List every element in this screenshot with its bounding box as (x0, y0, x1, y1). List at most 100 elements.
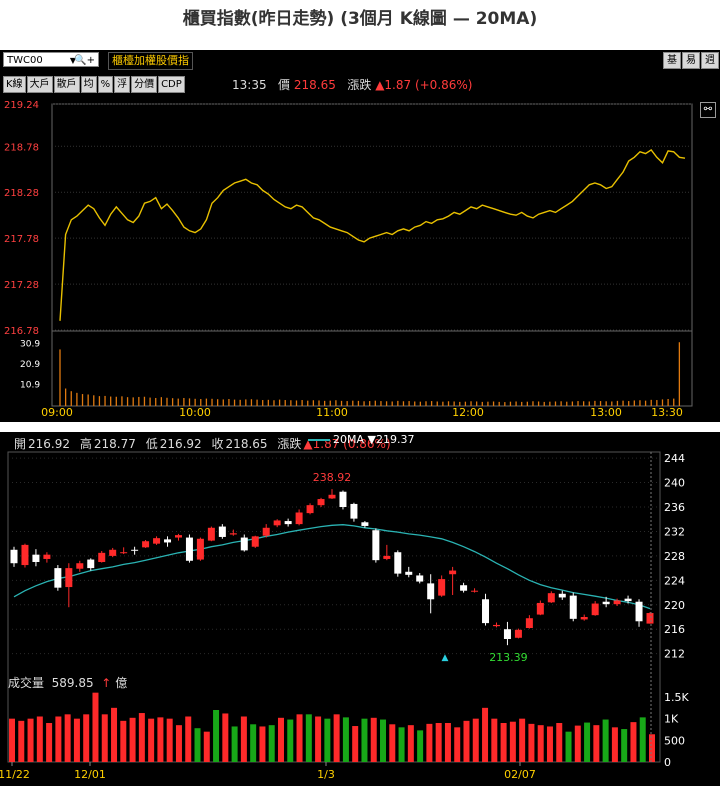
volume-bar (491, 718, 498, 762)
candle-body (10, 549, 18, 564)
volume-bar (185, 716, 192, 762)
volume-bar (352, 726, 359, 762)
volume-bar (370, 717, 377, 762)
candle-body (153, 538, 161, 544)
volume-unit: 億 (115, 676, 128, 690)
y-tick-label: 218.28 (4, 188, 39, 199)
volume-bar (649, 734, 655, 762)
low-label: 低 (145, 437, 158, 451)
volume-bar (120, 720, 127, 762)
candle-body (372, 530, 380, 561)
y-tick-label: 212 (664, 648, 685, 661)
volume-bar (519, 718, 526, 762)
candle-body (460, 585, 468, 591)
volume-bar (621, 729, 628, 762)
volume-bar (417, 730, 424, 762)
volume-bar (639, 717, 646, 762)
chg-label: 漲跌 (277, 437, 302, 451)
volume-bar (240, 716, 247, 762)
y-tick-label: 220 (664, 599, 685, 612)
high-label: 高 (79, 437, 92, 451)
volume-tick-label: 1K (664, 713, 679, 726)
candle-body (229, 533, 237, 535)
candle-body (492, 624, 500, 627)
candle-body (383, 555, 391, 559)
x-tick-label: 10:00 (179, 406, 211, 419)
volume-bar (231, 726, 238, 762)
candle-body (427, 583, 435, 600)
y-tick-label: 217.28 (4, 280, 39, 291)
volume-bar (55, 716, 62, 762)
volume-bar (602, 719, 609, 762)
volume-bar (203, 731, 210, 762)
volume-bar (398, 727, 405, 762)
volume-bar (111, 707, 118, 762)
candle-body (449, 570, 457, 575)
candle-body (471, 590, 479, 592)
volume-bar (565, 731, 572, 762)
volume-bar (324, 718, 331, 762)
candle-body (207, 527, 215, 541)
candle-body (416, 575, 424, 582)
candle-body (284, 521, 292, 525)
volume-tick-label: 1.5K (664, 691, 689, 704)
candle-body (131, 549, 139, 551)
volume-bar (73, 718, 80, 762)
x-tick-label: 13:00 (590, 406, 622, 419)
candle-body (438, 579, 446, 596)
candle-body (109, 549, 117, 556)
candle-body (142, 541, 150, 548)
candle-body (580, 617, 588, 620)
volume-bar (222, 713, 229, 762)
volume-bar (213, 710, 220, 762)
candle-body (43, 554, 51, 559)
candle-body (54, 568, 62, 588)
volume-bar (268, 725, 275, 762)
candle-body (503, 629, 511, 639)
low-value: 216.92 (159, 437, 202, 451)
y-tick-label: 224 (664, 574, 685, 587)
volume-bar (157, 717, 164, 762)
candle-body (196, 538, 204, 560)
volume-bar (509, 721, 516, 762)
volume-bar (175, 725, 182, 762)
price-line (59, 148, 686, 321)
volume-bar (92, 692, 99, 762)
candle-body (646, 613, 654, 624)
volume-bar (435, 723, 442, 762)
candle-body (613, 600, 621, 605)
volume-bar (305, 714, 312, 762)
volume-bar (27, 718, 34, 762)
candle-body (602, 601, 610, 605)
candle-body (306, 505, 314, 514)
candle-body (591, 603, 599, 616)
volume-bar (463, 720, 470, 762)
volume-bar (537, 725, 544, 762)
candle-body (350, 503, 358, 519)
candle-body (339, 491, 347, 507)
y-tick-label: 240 (664, 477, 685, 490)
candle-body (164, 539, 172, 543)
y-tick-label: 228 (664, 550, 685, 563)
intraday-panel: TWC00 ▼ 🔍+ 櫃檯加權股價指 基 易 週 K線 大戶 散戶 均 % 浮 … (0, 50, 720, 422)
volume-bar (444, 723, 451, 762)
volume-bar (9, 718, 15, 762)
close-value: 218.65 (225, 437, 268, 451)
candle-body (295, 512, 303, 525)
y-tick-label: 219.24 (4, 100, 39, 111)
candle-body (98, 552, 106, 562)
candle-body (65, 568, 73, 588)
volume-bar (630, 722, 637, 762)
x-tick-label: 13:30 (651, 406, 683, 419)
volume-bar (18, 720, 25, 762)
close-label: 收 (211, 437, 224, 451)
volume-bar (593, 725, 600, 762)
candle-body (361, 522, 369, 526)
volume-bar (342, 717, 349, 762)
y-tick-label: 217.78 (4, 234, 39, 245)
volume-bar (287, 719, 294, 762)
ma-swatch (308, 439, 330, 441)
volume-bar (333, 714, 340, 762)
volume-bar (528, 723, 535, 762)
open-value: 216.92 (28, 437, 71, 451)
